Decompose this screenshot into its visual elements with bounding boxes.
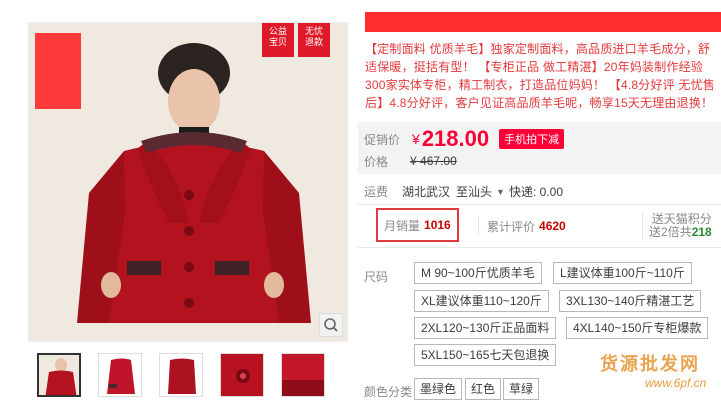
size-option[interactable]: L建议体重100斤~110斤 <box>553 262 692 284</box>
shipping-label: 运费 <box>364 185 389 199</box>
points-prefix: 送2倍共 <box>649 225 692 239</box>
color-option[interactable]: 红色 <box>465 378 502 400</box>
size-option[interactable]: 3XL130~140斤精湛工艺 <box>559 290 702 312</box>
color-label: 颜色分类 <box>364 385 413 399</box>
thumbnail-strip <box>37 353 337 401</box>
points-detail: 送2倍共218 <box>649 226 712 239</box>
currency-symbol: ¥ <box>410 154 417 168</box>
price-box: 促销价 ¥ 218.00 手机拍下减 价格 ¥ 467.00 <box>358 122 721 174</box>
promo-price: 218.00 <box>421 126 490 151</box>
points-value: 218 <box>691 225 712 239</box>
tmall-points: 送天猫积分 送2倍共218 <box>642 212 712 240</box>
ship-from: 湖北武汉 <box>402 185 451 199</box>
product-subtitle: 【定制面料 优质羊毛】独家定制面料，高品质进口羊毛成分，舒适保暖，挺括有型！ 【… <box>365 42 715 110</box>
color-option[interactable]: 草绿 <box>503 378 540 400</box>
thumbnail-2[interactable] <box>98 353 142 397</box>
monthly-sales-label: 月销量 <box>384 218 421 233</box>
size-label: 尺码 <box>364 270 389 284</box>
mobile-discount-tag[interactable]: 手机拍下减 <box>499 129 565 149</box>
ship-to-select[interactable]: 至汕头 <box>456 183 492 200</box>
size-option[interactable]: XL建议体重110~120斤 <box>414 290 549 312</box>
shipping-fee: 快递: 0.00 <box>508 185 563 199</box>
currency-symbol: ¥ <box>412 131 420 147</box>
size-option[interactable]: 2XL120~130斤正品面料 <box>414 317 557 339</box>
total-reviews[interactable]: 累计评价 4620 <box>478 216 566 236</box>
badge-text: 无忧 <box>304 26 323 36</box>
size-option[interactable]: M 90~100斤优质羊毛 <box>414 262 542 284</box>
main-product-image[interactable]: 公益 宝贝 无忧 退款 <box>28 22 348 342</box>
thumbnail-3[interactable] <box>159 353 203 397</box>
monthly-sales: 月销量 1016 <box>376 208 459 242</box>
watermark-url: www.6pf.cn <box>645 376 707 390</box>
charity-badge: 公益 宝贝 <box>262 23 294 57</box>
stats-bar: 月销量 1016 累计评价 4620 送天猫积分 送2倍共218 <box>358 204 721 248</box>
redaction-block <box>35 33 81 109</box>
thumbnail-1[interactable] <box>37 353 81 397</box>
total-reviews-label: 累计评价 <box>487 219 536 234</box>
zoom-icon[interactable] <box>319 313 343 337</box>
original-price-value: 467.00 <box>420 154 457 168</box>
chevron-down-icon[interactable]: ▼ <box>496 187 505 197</box>
size-option[interactable]: 5XL150~165七天包退换 <box>414 344 557 366</box>
monthly-sales-value: 1016 <box>424 218 451 232</box>
watermark-text: 货源批发网 <box>600 354 700 375</box>
badge-text: 退款 <box>304 37 323 47</box>
original-price-row: 价格 ¥ 467.00 <box>364 152 457 170</box>
promo-price-label: 促销价 <box>364 132 401 147</box>
original-price: ¥ 467.00 <box>410 154 457 168</box>
shipping-row: 运费 湖北武汉 至汕头 ▼ 快递: 0.00 <box>364 183 563 200</box>
thumbnail-4[interactable] <box>220 353 264 397</box>
badge-text: 宝贝 <box>268 37 287 47</box>
promo-price-row: 促销价 ¥ 218.00 手机拍下减 <box>364 126 565 152</box>
product-title-redacted <box>365 12 721 32</box>
thumbnail-5[interactable] <box>281 353 325 397</box>
original-price-label: 价格 <box>364 154 389 169</box>
badge-text: 公益 <box>268 26 287 36</box>
total-reviews-value: 4620 <box>539 219 566 233</box>
refund-badge: 无忧 退款 <box>298 23 330 57</box>
size-option[interactable]: 4XL140~150斤专柜爆款 <box>566 317 709 339</box>
color-option[interactable]: 墨绿色 <box>414 378 463 400</box>
